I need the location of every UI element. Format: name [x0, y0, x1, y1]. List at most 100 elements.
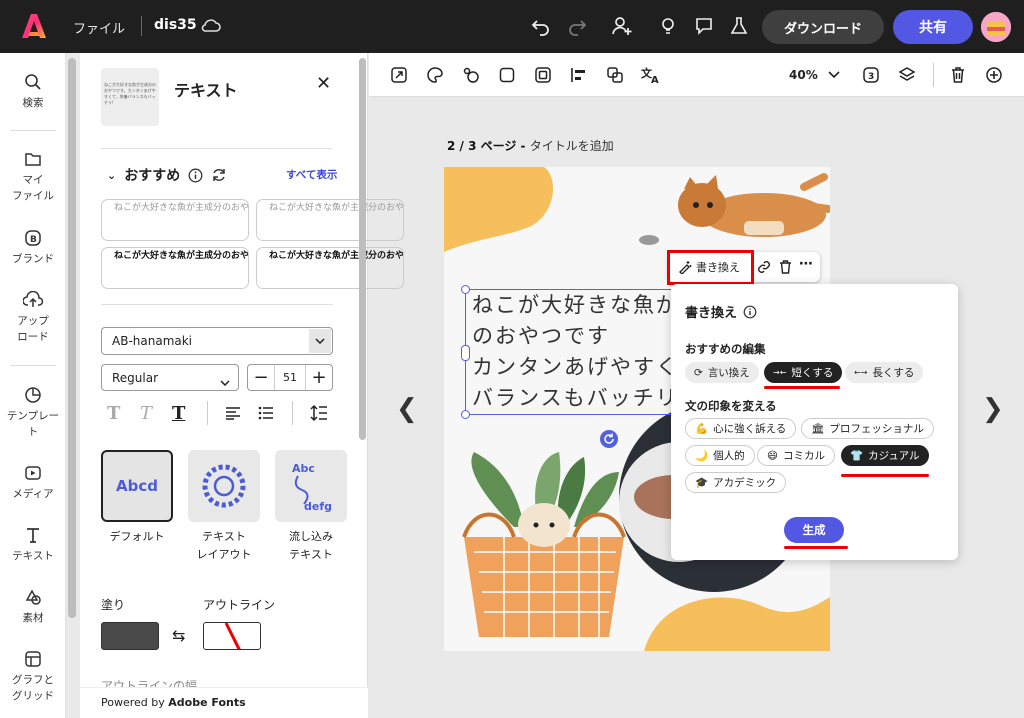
panel-scrollbar[interactable] [359, 58, 366, 440]
list-icon[interactable] [258, 406, 274, 423]
divider [292, 401, 293, 425]
close-icon[interactable]: ✕ [316, 73, 331, 94]
comment-icon[interactable] [692, 14, 716, 38]
lightbulb-icon[interactable] [656, 14, 680, 38]
rail-item-label: グラフと グリッド [12, 674, 54, 702]
rail-item-media[interactable]: メディア [0, 464, 66, 502]
italic-icon[interactable]: T [140, 403, 152, 424]
text-style-card[interactable]: ねこが大好きな魚が主成分のおやつです。カンタンあげやすく [256, 199, 404, 241]
rail-item-templates[interactable]: テンプレー ト [0, 386, 66, 440]
rail-item-search[interactable]: 検索 [0, 73, 66, 111]
share-button[interactable]: 共有 [893, 10, 973, 44]
trash-icon[interactable] [778, 259, 793, 278]
link-icon[interactable] [756, 259, 772, 278]
cloud-sync-icon[interactable] [200, 15, 222, 37]
tone-chip-personal[interactable]: 🌙 個人的 [685, 445, 755, 466]
font-weight-select[interactable]: Regular [101, 364, 239, 391]
font-family-select[interactable]: AB-hanamaki [101, 327, 333, 355]
grid-icon [25, 651, 41, 667]
info-icon[interactable] [188, 168, 203, 183]
recommended-header: ⌄ おすすめ [107, 165, 227, 185]
shape-icon[interactable] [497, 65, 517, 85]
previous-page-icon[interactable]: ❮ [396, 394, 418, 424]
align-left-icon[interactable] [225, 406, 241, 423]
underline-icon[interactable]: T [172, 403, 185, 424]
panel-footer: Powered by Adobe Fonts [80, 687, 368, 718]
flask-icon[interactable] [727, 14, 751, 38]
layout-flow-text-tile[interactable]: Abc defg [275, 450, 347, 522]
text-style-card[interactable]: ねこが大好きな魚が主成分のおやつです。カンタンあげやすく、栄養 [101, 247, 249, 289]
shorten-chip[interactable]: →← 短くする [764, 362, 843, 383]
invite-user-icon[interactable] [610, 14, 634, 38]
resize-handle[interactable] [461, 285, 470, 294]
lengthen-chip[interactable]: ←→ 長くする [845, 362, 924, 383]
next-page-icon[interactable]: ❯ [982, 394, 1004, 424]
tone-chip-casual[interactable]: 👕 カジュアル [841, 445, 929, 466]
text-style-card[interactable]: ねこが大好きな魚が主成分のおやつです。カンタンあげやすく、栄養 [101, 199, 249, 241]
theme-palette-icon[interactable] [425, 65, 445, 85]
document-name[interactable]: dis35 [154, 17, 197, 33]
generate-button[interactable]: 生成 [784, 517, 844, 543]
text-style-card[interactable]: ねこが大好きな魚が主成分のおやつです。カンタンあげやすく [256, 247, 404, 289]
translate-icon[interactable]: 文A [641, 65, 661, 85]
rail-item-charts-grids[interactable]: グラフと グリッド [0, 650, 66, 704]
align-icon[interactable] [569, 65, 589, 85]
font-size-value[interactable]: 51 [274, 365, 306, 390]
resize-handle[interactable] [461, 410, 470, 419]
layers-icon[interactable] [897, 65, 917, 85]
file-menu[interactable]: ファイル [73, 18, 125, 37]
tone-chip-comical[interactable]: 😄 コミカル [757, 445, 835, 466]
resize-icon[interactable] [389, 65, 409, 85]
rail-item-text[interactable]: テキスト [0, 526, 66, 564]
arrange-icon[interactable] [605, 65, 625, 85]
add-icon[interactable] [984, 65, 1004, 85]
resize-handle[interactable] [461, 345, 470, 361]
font-size-stepper[interactable]: − 51 + [247, 364, 333, 391]
rail-item-brand[interactable]: B ブランド [0, 229, 66, 267]
redo-icon[interactable] [565, 14, 589, 38]
rail-item-elements[interactable]: 素材 [0, 588, 66, 626]
refresh-icon[interactable] [211, 167, 227, 183]
bold-icon[interactable]: T [107, 403, 120, 424]
fill-color-swatch[interactable] [101, 622, 159, 650]
rail-item-label: テンプレー ト [6, 410, 60, 438]
svg-text:Abc: Abc [292, 462, 315, 475]
decrease-button[interactable]: − [248, 366, 274, 390]
trash-icon[interactable] [948, 65, 968, 85]
rail-item-upload[interactable]: アップ ロード [0, 291, 66, 345]
swap-icon[interactable]: ⇆ [172, 626, 185, 645]
font-weight-value: Regular [112, 371, 159, 385]
tone-chip-academic[interactable]: 🎓 アカデミック [685, 472, 787, 493]
undo-icon[interactable] [529, 14, 553, 38]
tone-chip-professional[interactable]: 🏛 プロフェッショナル [801, 418, 934, 439]
adobe-fonts-link[interactable]: Adobe Fonts [168, 696, 245, 709]
divider [141, 16, 142, 36]
adobe-express-logo[interactable] [22, 13, 46, 39]
pages-icon[interactable]: 3 [861, 65, 881, 85]
zoom-level[interactable]: 40% [789, 68, 818, 82]
rail-scrollbar[interactable] [68, 58, 76, 618]
svg-text:3: 3 [868, 72, 874, 82]
add-title-link[interactable]: タイトルを追加 [530, 139, 614, 153]
paraphrase-chip[interactable]: ⟳ 言い換え [685, 362, 759, 383]
outline-width-label: アウトラインの幅 [101, 679, 198, 687]
download-button[interactable]: ダウンロード [762, 10, 884, 44]
divider [10, 130, 56, 131]
border-icon[interactable] [533, 65, 553, 85]
rail-item-my-files[interactable]: マイ ファイル [0, 150, 66, 204]
tone-chip-persuasive[interactable]: 💪 心に強く訴える [685, 418, 797, 439]
effects-icon[interactable] [461, 65, 481, 85]
more-options-icon[interactable]: ⋯ [799, 256, 813, 272]
chevron-down-icon[interactable] [824, 65, 844, 85]
rotate-icon[interactable] [599, 429, 619, 449]
see-all-link[interactable]: すべて表示 [286, 167, 337, 182]
info-icon[interactable] [743, 305, 757, 319]
rail-item-label: 素材 [22, 612, 44, 624]
line-spacing-icon[interactable] [310, 404, 328, 425]
outline-color-swatch[interactable] [203, 622, 261, 650]
chevron-down-icon[interactable]: ⌄ [107, 169, 116, 182]
layout-text-layout-tile[interactable] [188, 450, 260, 522]
avatar[interactable] [981, 12, 1011, 42]
increase-button[interactable]: + [306, 366, 332, 390]
layout-default-tile[interactable]: Abcd [101, 450, 173, 522]
